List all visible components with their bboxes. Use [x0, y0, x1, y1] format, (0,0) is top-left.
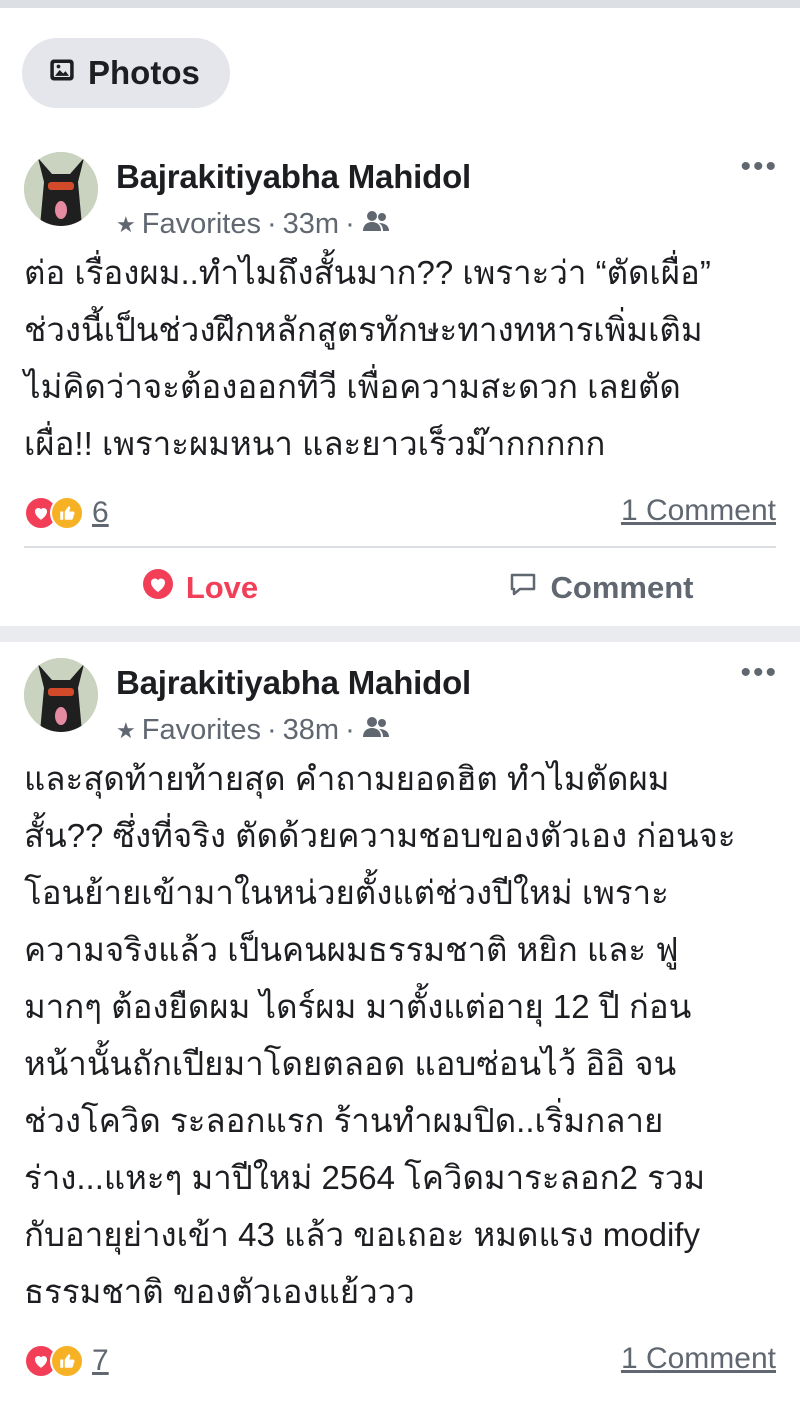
comment-count-link[interactable]: 1 Comment	[621, 494, 776, 528]
friends-icon	[361, 714, 391, 747]
photos-button[interactable]: Photos	[22, 38, 230, 108]
comment-label: Comment	[550, 570, 694, 605]
post-text: และสุดท้ายท้ายสุด คำถามยอดฮิต ทำไมตัดผม …	[24, 760, 736, 1310]
comment-count-link[interactable]: 1 Comment	[621, 1342, 776, 1376]
reactions-summary[interactable]: 7	[24, 1344, 109, 1378]
audience-label: Favorites	[141, 714, 261, 746]
meta-separator: ·	[345, 208, 355, 240]
photos-section: Photos	[0, 8, 800, 136]
post-card: Bajrakitiyabha Mahidol ★ Favorites · 33m…	[0, 136, 800, 626]
meta-separator: ·	[345, 714, 355, 746]
reaction-count[interactable]: 6	[92, 496, 109, 530]
post-header: Bajrakitiyabha Mahidol ★ Favorites · 33m…	[0, 136, 800, 244]
star-icon: ★	[116, 717, 136, 743]
post-stats: 6 1 Comment	[0, 486, 800, 546]
avatar[interactable]	[24, 152, 98, 226]
more-options-icon[interactable]: •••	[740, 656, 778, 690]
top-divider	[0, 0, 800, 8]
post-card: Bajrakitiyabha Mahidol ★ Favorites · 38m…	[0, 642, 800, 1402]
photos-label: Photos	[88, 54, 200, 91]
more-options-icon[interactable]: •••	[740, 150, 778, 184]
love-button[interactable]: Love	[0, 548, 400, 628]
reaction-count[interactable]: 7	[92, 1344, 109, 1378]
post-time[interactable]: 38m	[283, 714, 339, 747]
friends-icon	[361, 208, 391, 241]
like-reaction-icon	[50, 496, 84, 530]
heart-icon	[142, 568, 174, 608]
photos-icon	[48, 54, 76, 92]
post-actions: Love Comment	[0, 548, 800, 628]
post-header: Bajrakitiyabha Mahidol ★ Favorites · 38m…	[0, 642, 800, 750]
audience-label: Favorites	[141, 208, 261, 240]
like-reaction-icon	[50, 1344, 84, 1378]
author-name[interactable]: Bajrakitiyabha Mahidol	[116, 664, 471, 702]
reactions-summary[interactable]: 6	[24, 496, 109, 530]
post-meta: ★ Favorites · 33m ·	[116, 208, 391, 241]
post-text: ต่อ เรื่องผม..ทำไมถึงสั้นมาก?? เพราะว่า …	[24, 254, 711, 462]
meta-separator: ·	[267, 208, 277, 240]
post-time[interactable]: 33m	[283, 208, 339, 241]
meta-separator: ·	[267, 714, 277, 746]
comment-icon	[507, 568, 539, 608]
post-stats: 7 1 Comment	[0, 1334, 800, 1394]
comment-button[interactable]: Comment	[400, 548, 800, 628]
post-meta: ★ Favorites · 38m ·	[116, 714, 391, 747]
star-icon: ★	[116, 211, 136, 237]
love-label: Love	[185, 570, 259, 605]
author-name[interactable]: Bajrakitiyabha Mahidol	[116, 158, 471, 196]
avatar[interactable]	[24, 658, 98, 732]
